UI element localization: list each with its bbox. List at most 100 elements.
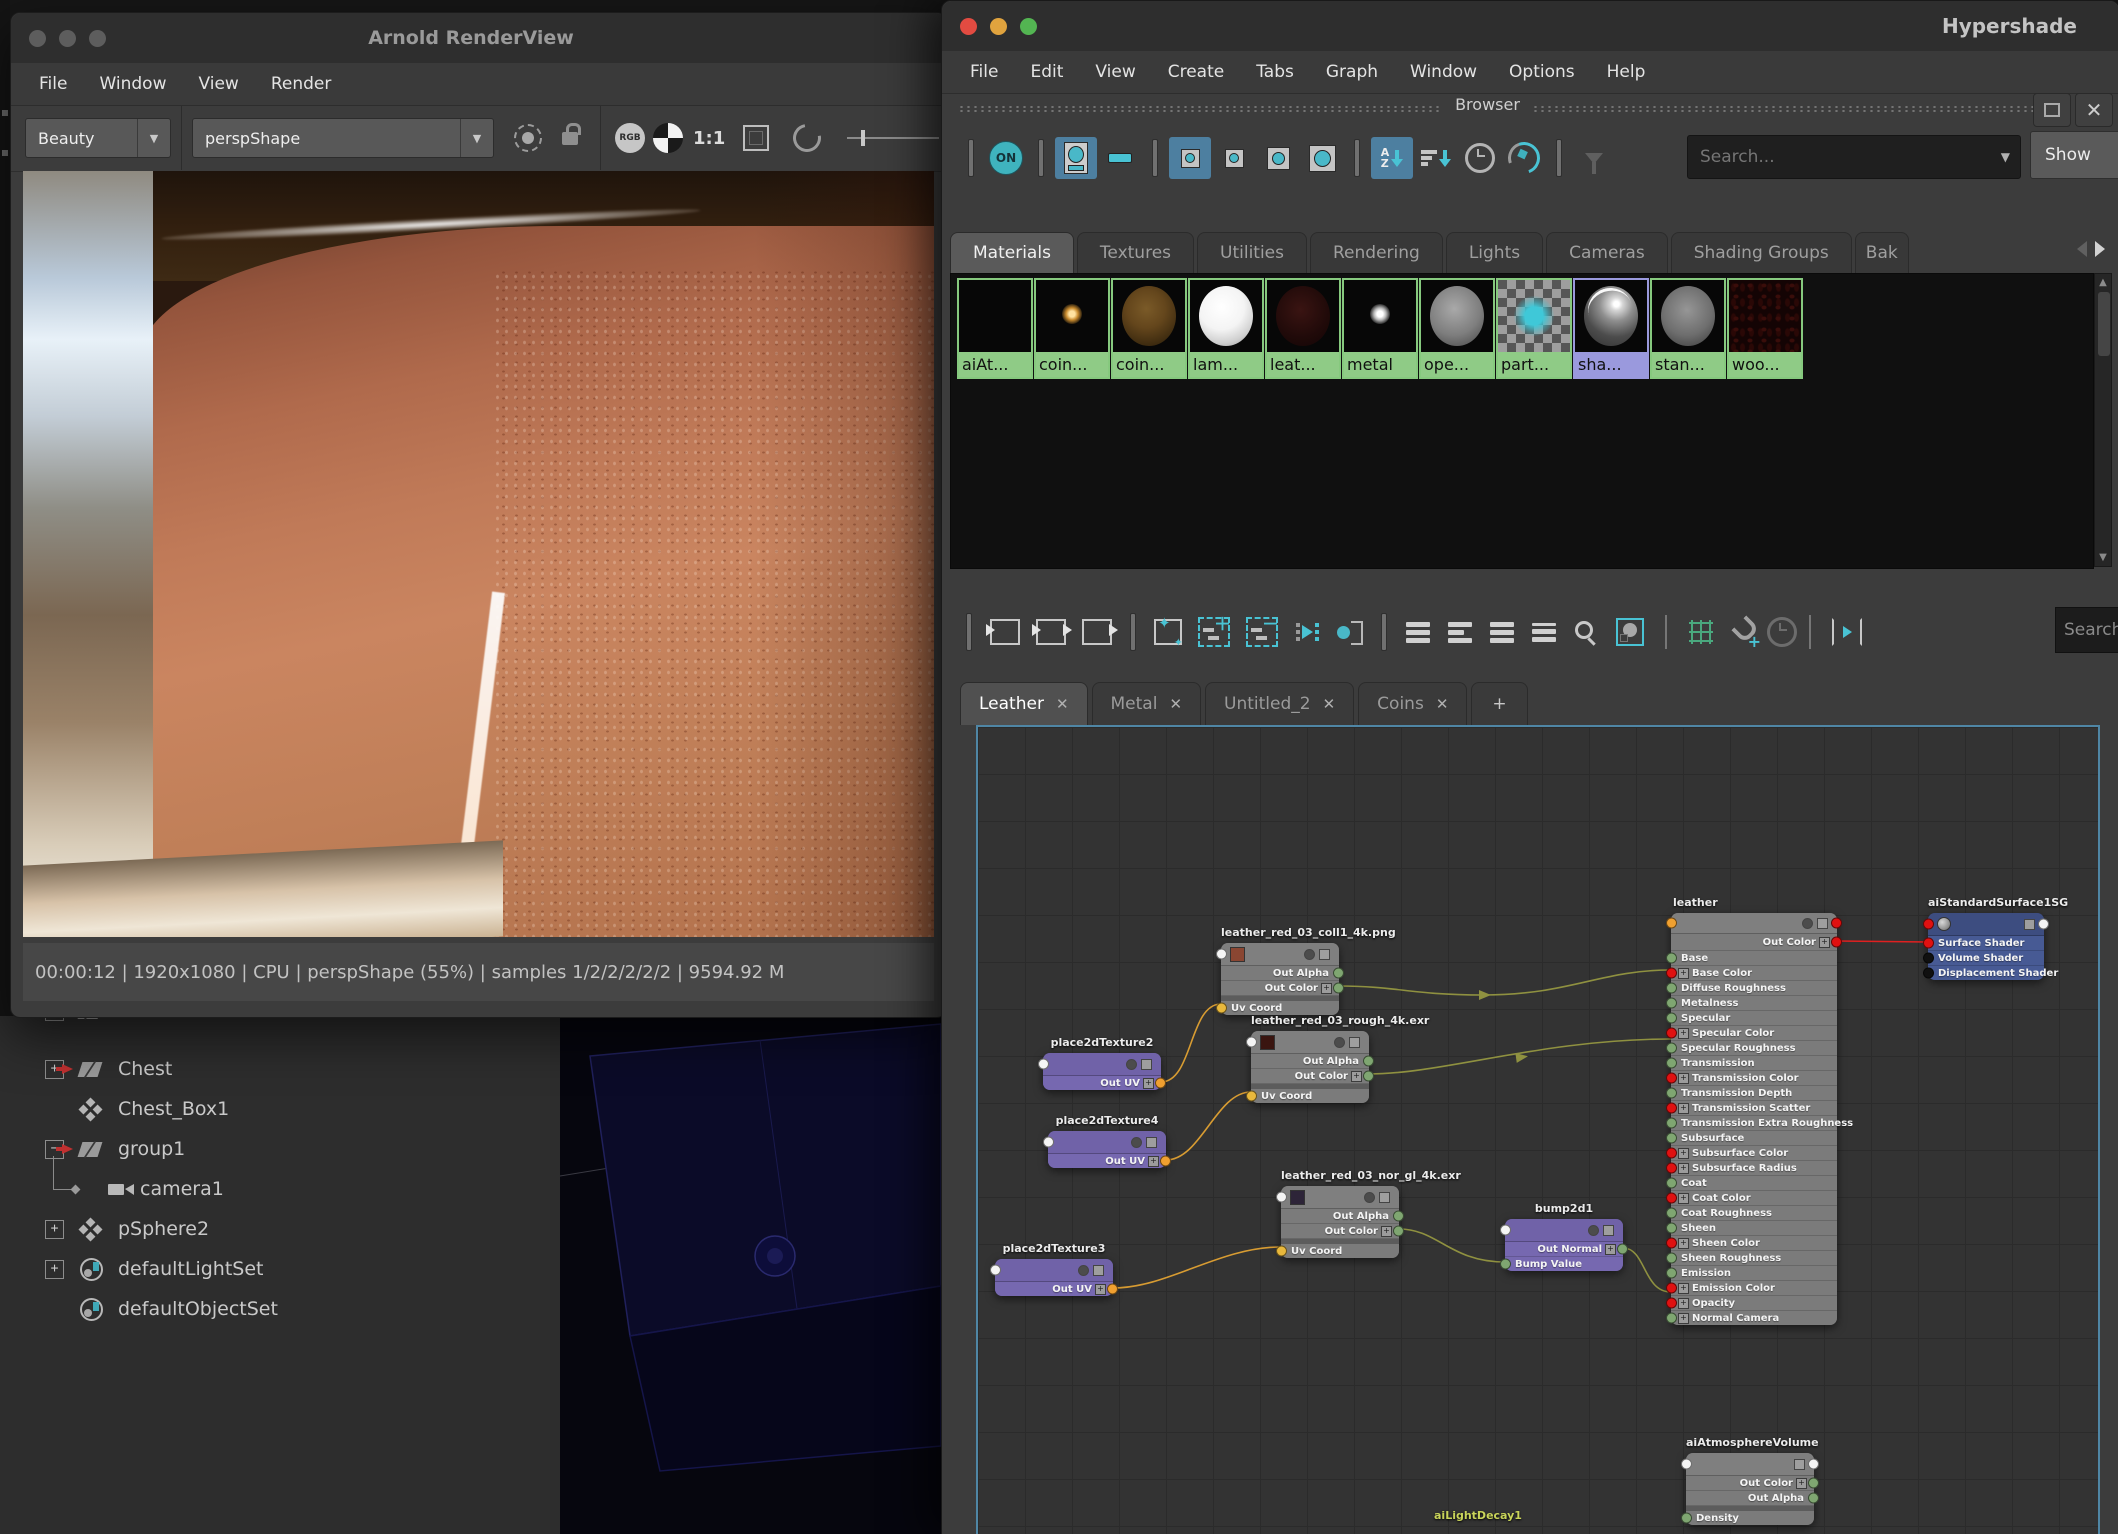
port-dot-red[interactable] — [1923, 938, 1934, 949]
material-swatch-10[interactable]: woo... — [1727, 278, 1803, 379]
port-dot-red[interactable] — [1666, 1163, 1677, 1174]
add-selected-to-graph-icon[interactable]: ＋ — [1198, 617, 1230, 647]
outliner-item-group1[interactable]: −group1 — [0, 1130, 560, 1168]
arnold-titlebar[interactable]: Arnold RenderView — [11, 13, 946, 64]
port-dot-green[interactable] — [1666, 1178, 1677, 1189]
port-dot-green[interactable] — [1666, 1088, 1677, 1099]
port-dot-red[interactable] — [1666, 1073, 1677, 1084]
port-dot-red[interactable] — [1666, 1283, 1677, 1294]
port-dot-orange[interactable] — [1160, 1156, 1171, 1167]
expand-port-icon[interactable]: + — [1381, 1226, 1392, 1237]
scroll-tabs-right-icon[interactable] — [2095, 241, 2105, 257]
remove-selected-from-graph-icon[interactable]: － — [1246, 617, 1278, 647]
close-panel-button[interactable]: ✕ — [2075, 93, 2113, 127]
toolbar-grip[interactable] — [1152, 139, 1158, 177]
port-dot-green[interactable] — [1666, 1118, 1677, 1129]
sort-by-time-icon[interactable] — [1459, 137, 1501, 179]
toolbar-grip[interactable] — [1038, 139, 1044, 177]
close-tab-icon[interactable]: ✕ — [1323, 695, 1336, 713]
expand-port-icon[interactable]: + — [1148, 1156, 1159, 1167]
graph-tab-coins[interactable]: Coins✕ — [1358, 682, 1467, 725]
material-swatch-5[interactable]: metal — [1342, 278, 1418, 379]
port-dot-red[interactable] — [1666, 1298, 1677, 1309]
port-dot-white[interactable] — [990, 1265, 1001, 1276]
rearrange-graph-icon[interactable] — [1294, 623, 1321, 641]
input-connections-icon[interactable] — [990, 619, 1020, 645]
port-dot-white[interactable] — [1808, 1459, 1819, 1470]
port-dot-yellow[interactable] — [1246, 1091, 1257, 1102]
tab-lights[interactable]: Lights — [1446, 232, 1543, 273]
expand-port-icon[interactable]: + — [1819, 937, 1830, 948]
material-swatch-8[interactable]: sha... — [1573, 278, 1649, 379]
port-dot-red[interactable] — [1831, 918, 1842, 929]
port-dot-green[interactable] — [1666, 1013, 1677, 1024]
port-dot-green[interactable] — [1666, 1058, 1677, 1069]
port-dot-green[interactable] — [1363, 1071, 1374, 1082]
new-tab-button[interactable]: + — [1471, 682, 1527, 725]
tab-materials[interactable]: Materials — [950, 232, 1074, 273]
port-dot-green[interactable] — [1808, 1493, 1819, 1504]
material-swatch-0[interactable]: aiAt... — [957, 278, 1033, 379]
node-bump1[interactable]: bump2d1Out Normal+Bump Value — [1505, 1219, 1623, 1271]
outliner-item-defaultObjectSet[interactable]: defaultObjectSet — [0, 1290, 560, 1328]
port-dot-red[interactable] — [1666, 1238, 1677, 1249]
hypershade-titlebar[interactable]: Hypershade — [942, 1, 2118, 52]
port-dot-yellow[interactable] — [1276, 1246, 1287, 1257]
port-dot-red[interactable] — [1666, 1028, 1677, 1039]
port-dot-white[interactable] — [1246, 1037, 1257, 1048]
tab-textures[interactable]: Textures — [1077, 232, 1194, 273]
toolbar-grip[interactable] — [1130, 613, 1136, 651]
display-all-attributes-icon[interactable] — [1490, 622, 1514, 643]
tab-shading-groups[interactable]: Shading Groups — [1671, 232, 1852, 273]
camera-dropdown[interactable]: perspShape ▼ — [192, 118, 494, 158]
port-dot-white[interactable] — [1276, 1192, 1287, 1203]
editor-search-field[interactable]: Search — [2055, 607, 2118, 653]
port-dot-green[interactable] — [1666, 1133, 1677, 1144]
material-swatch-7[interactable]: part... — [1496, 278, 1572, 379]
perspective-viewport[interactable] — [560, 1016, 941, 1534]
crop-region-icon[interactable] — [743, 125, 769, 151]
node-graph-area[interactable]: leather_red_03_coll1_4k.pngOut AlphaOut … — [976, 725, 2100, 1534]
display-no-attributes-icon[interactable] — [1406, 622, 1430, 643]
close-tab-icon[interactable]: ✕ — [1169, 695, 1182, 713]
menu-create[interactable]: Create — [1152, 62, 1241, 82]
outliner-item-Chest_Box1[interactable]: Chest_Box1 — [0, 1090, 560, 1128]
expand-port-icon[interactable]: + — [1678, 1028, 1689, 1039]
large-swatch-view-icon[interactable] — [1257, 137, 1299, 179]
port-dot-black[interactable] — [1923, 953, 1934, 964]
minimize-button[interactable] — [990, 18, 1007, 35]
display-on-toggle-icon[interactable]: ON — [985, 137, 1027, 179]
clear-graph-icon[interactable] — [1154, 619, 1182, 645]
port-dot-green[interactable] — [1666, 953, 1677, 964]
close-button[interactable] — [960, 18, 977, 35]
expand-port-icon[interactable]: + — [1678, 1298, 1689, 1309]
outliner-item-Chest[interactable]: +Chest — [0, 1050, 560, 1088]
sort-by-type-icon[interactable] — [1415, 137, 1457, 179]
show-button[interactable]: Show — [2030, 131, 2118, 179]
expand-port-icon[interactable]: + — [1796, 1478, 1807, 1489]
port-dot-orange[interactable] — [1107, 1284, 1118, 1295]
port-dot-yellow[interactable] — [1216, 1003, 1227, 1014]
port-dot-orange[interactable] — [1155, 1078, 1166, 1089]
port-dot-green[interactable] — [1393, 1226, 1404, 1237]
list-view-icon[interactable] — [1099, 137, 1141, 179]
port-dot-white[interactable] — [1216, 949, 1227, 960]
port-dot-orange[interactable] — [1666, 918, 1677, 929]
expand-port-icon[interactable]: + — [1678, 1103, 1689, 1114]
port-dot-green[interactable] — [1808, 1478, 1819, 1489]
scrollbar-thumb[interactable] — [2098, 292, 2110, 356]
menu-view[interactable]: View — [1079, 62, 1151, 82]
display-custom-attributes-icon[interactable] — [1532, 623, 1556, 642]
expand-port-icon[interactable]: + — [1605, 1244, 1616, 1255]
exposure-slider[interactable] — [847, 128, 939, 148]
port-dot-red[interactable] — [1666, 968, 1677, 979]
tab-utilities[interactable]: Utilities — [1197, 232, 1307, 273]
sort-alphabetical-icon[interactable]: AZ — [1371, 137, 1413, 179]
swatch-with-name-view-icon[interactable] — [1055, 137, 1097, 179]
render-image[interactable] — [23, 171, 934, 937]
expand-port-icon[interactable]: + — [1095, 1284, 1106, 1295]
graph-tab-metal[interactable]: Metal✕ — [1092, 682, 1202, 725]
medium-swatch-view-icon[interactable] — [1213, 137, 1255, 179]
menu-file[interactable]: File — [954, 62, 1014, 82]
swatch-scrollbar[interactable]: ▲ ▼ — [2094, 273, 2112, 567]
